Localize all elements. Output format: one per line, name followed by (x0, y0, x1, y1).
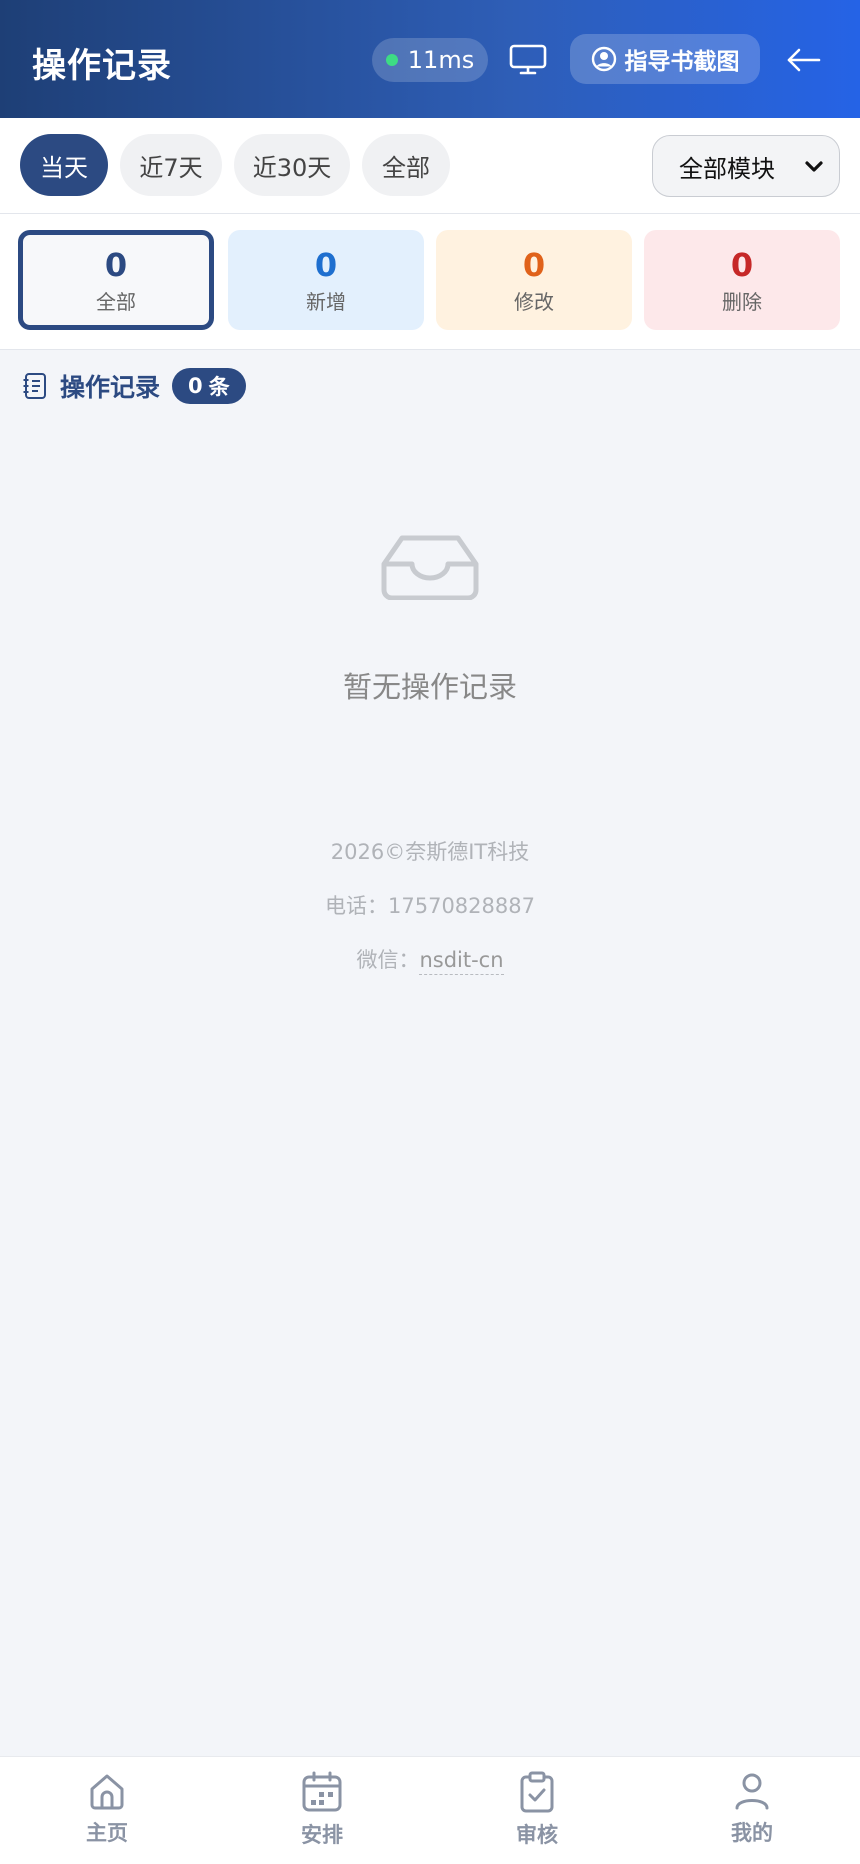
inbox-icon (381, 535, 479, 600)
stats-panel: 0 全部 0 新增 0 修改 0 删除 (0, 214, 860, 350)
user-icon (735, 1773, 769, 1810)
stat-card-modify[interactable]: 0 修改 (436, 230, 632, 330)
footer-wechat: 微信：nsdit-cn (0, 944, 860, 975)
bottom-nav: 主页 安排 审核 我的 (0, 1756, 860, 1864)
stat-card-delete[interactable]: 0 删除 (644, 230, 840, 330)
stat-delete-value: 0 (730, 245, 754, 284)
wechat-id-link[interactable]: nsdit-cn (419, 948, 504, 975)
footer-phone: 电话：17570828887 (325, 894, 535, 918)
stat-card-add[interactable]: 0 新增 (228, 230, 424, 330)
stat-card-all[interactable]: 0 全部 (18, 230, 214, 330)
clipboard-check-icon (520, 1771, 554, 1813)
stat-modify-value: 0 (522, 245, 546, 284)
stat-add-label: 新增 (306, 289, 346, 314)
module-select-value: 全部模块 (679, 154, 775, 183)
home-icon (90, 1774, 124, 1810)
latency-value: 11ms (407, 46, 475, 74)
calendar-icon (302, 1771, 342, 1812)
guide-button-label: 指导书截图 (624, 49, 740, 75)
guide-screenshot-button[interactable]: 指导书截图 (570, 34, 760, 84)
nav-item-profile[interactable]: 我的 (692, 1771, 812, 1855)
app-header: 操作记录 11ms 指导书截图 (0, 0, 860, 118)
record-count-value: 0 (188, 374, 203, 398)
filter-all[interactable]: 全部 (362, 134, 450, 196)
nav-label-home: 主页 (86, 1821, 128, 1845)
module-select[interactable]: 全部模块 (652, 135, 840, 197)
chevron-down-icon (805, 161, 823, 172)
footer-wechat-label: 微信： (356, 948, 420, 972)
monitor-button[interactable] (508, 40, 548, 80)
nav-item-schedule[interactable]: 安排 (262, 1771, 382, 1855)
filter-30-days[interactable]: 近30天 (234, 134, 350, 196)
nav-item-home[interactable]: 主页 (47, 1771, 167, 1855)
notebook-icon (23, 373, 46, 399)
section-title: 操作记录 (60, 373, 161, 402)
stat-add-value: 0 (314, 245, 338, 284)
nav-label-review: 审核 (516, 1823, 558, 1847)
filter-today[interactable]: 当天 (20, 134, 108, 196)
monitor-icon (509, 44, 547, 75)
back-button[interactable] (782, 38, 826, 82)
nav-label-schedule: 安排 (301, 1823, 343, 1847)
footer-copyright: 2026©奈斯德IT科技 (330, 840, 530, 864)
record-count-unit: 条 (208, 375, 230, 399)
stat-all-value: 0 (104, 245, 128, 284)
latency-badge: 11ms (372, 38, 488, 82)
empty-state-text: 暂无操作记录 (342, 670, 517, 704)
page-title: 操作记录 (32, 46, 172, 86)
record-count-badge: 0 条 (172, 368, 246, 404)
arrow-left-icon (787, 48, 821, 72)
online-status-dot (385, 54, 398, 66)
user-circle-icon (591, 46, 616, 72)
filter-7-days[interactable]: 近7天 (120, 134, 222, 196)
stat-modify-label: 修改 (514, 289, 554, 314)
stat-all-label: 全部 (96, 289, 136, 314)
nav-item-review[interactable]: 审核 (477, 1771, 597, 1855)
nav-label-profile: 我的 (731, 1821, 773, 1845)
date-filter-bar: 当天 近7天 近30天 全部 全部模块 (0, 118, 860, 214)
records-section-header: 操作记录 0 条 (22, 366, 246, 406)
stat-delete-label: 删除 (722, 289, 762, 314)
